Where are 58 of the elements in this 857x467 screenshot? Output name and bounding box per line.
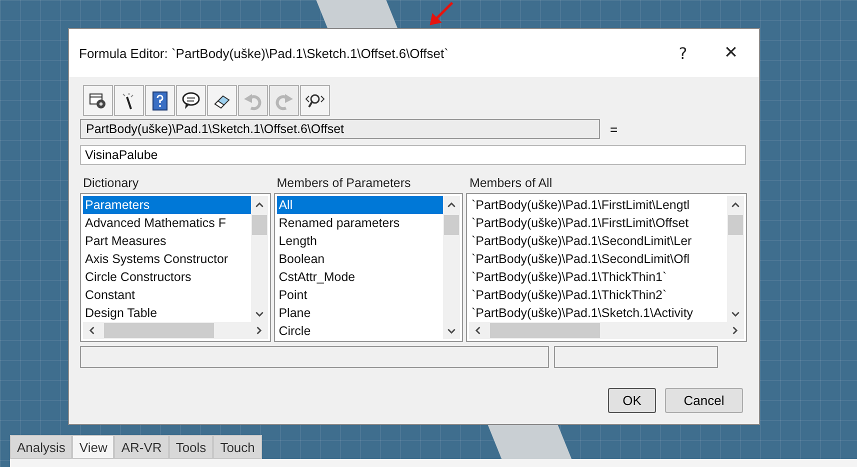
annotation-arrow-icon: [428, 0, 454, 28]
window-title: Formula Editor: `PartBody(uške)\Pad.1\Sketch.1\Offset.6\Offset`: [79, 46, 450, 60]
list-item[interactable]: `PartBody(uške)\Pad.1\SecondLimit\Ofl: [469, 250, 728, 268]
list-item[interactable]: `PartBody(uške)\Pad.1\SecondLimit\Ler: [469, 232, 728, 250]
speech-button[interactable]: [176, 85, 206, 116]
scroll-thumb[interactable]: [728, 215, 744, 235]
list-item[interactable]: `PartBody(uške)\Pad.1\Sketch.1\Activity: [469, 304, 728, 322]
list-item[interactable]: Length: [276, 232, 444, 250]
list-item[interactable]: Advanced Mathematics F: [83, 214, 251, 232]
vertical-scrollbar[interactable]: [443, 196, 460, 339]
horizontal-scrollbar[interactable]: [83, 322, 268, 339]
list-item[interactable]: Design Table: [83, 304, 251, 322]
list-title: Dictionary: [83, 175, 140, 192]
list-item[interactable]: `PartBody(uške)\Pad.1\ThickThin1`: [469, 268, 728, 286]
ribbon-tab[interactable]: Tools: [168, 435, 214, 459]
ok-button[interactable]: OK: [608, 388, 656, 413]
list-item[interactable]: Point: [276, 286, 444, 304]
scroll-thumb[interactable]: [104, 323, 214, 338]
list-item[interactable]: Constant: [83, 286, 251, 304]
help-book-button[interactable]: [145, 85, 175, 116]
list-item[interactable]: Renamed parameters: [276, 214, 444, 232]
parameter-path-field: PartBody(uške)\Pad.1\Sketch.1\Offset.6\Offset: [80, 119, 600, 139]
list-item[interactable]: CstAttr_Mode: [276, 268, 444, 286]
formula-input-field[interactable]: VisinaPalube: [80, 145, 746, 165]
speech-bubble-icon: [181, 90, 201, 110]
equals-sign: =: [610, 122, 618, 136]
lookup-button[interactable]: [300, 85, 330, 116]
list-title: Members of All: [469, 175, 554, 192]
cancel-button[interactable]: Cancel: [665, 388, 743, 413]
list-title: Members of Parameters: [276, 175, 412, 192]
vertical-scrollbar[interactable]: [250, 196, 268, 322]
vertical-scrollbar[interactable]: [727, 196, 744, 322]
list-item[interactable]: Circle: [276, 322, 444, 339]
ribbon-tab[interactable]: Touch: [213, 435, 262, 459]
scroll-thumb[interactable]: [252, 215, 267, 235]
list-item[interactable]: Circle Constructors: [83, 268, 251, 286]
eraser-button[interactable]: [207, 85, 237, 116]
horizontal-scrollbar[interactable]: [469, 322, 744, 339]
settings-button[interactable]: [83, 85, 113, 116]
list-item[interactable]: Plane: [276, 304, 444, 322]
scroll-thumb[interactable]: [444, 215, 460, 235]
ribbon-tab[interactable]: Analysis: [10, 435, 72, 459]
list-item[interactable]: Axis Systems Constructor: [83, 250, 251, 268]
question-book-icon: [150, 90, 170, 110]
ribbon-tab[interactable]: View: [72, 435, 114, 459]
list-item[interactable]: All: [276, 196, 444, 214]
list-item[interactable]: Part Measures: [83, 232, 251, 250]
scroll-thumb[interactable]: [490, 323, 600, 338]
list-item[interactable]: Parameters: [83, 196, 251, 214]
gear-icon: [88, 90, 108, 110]
list-item[interactable]: Boolean: [276, 250, 444, 268]
ribbon-tab[interactable]: AR-VR: [114, 435, 169, 459]
help-button[interactable]: ?: [661, 38, 705, 68]
list-item[interactable]: `PartBody(uške)\Pad.1\FirstLimit\Offset: [469, 214, 728, 232]
wand-button[interactable]: [114, 85, 144, 116]
list-item[interactable]: `PartBody(uške)\Pad.1\FirstLimit\Lengtl: [469, 196, 728, 214]
list-item[interactable]: `PartBody(uške)\Pad.1\ThickThin2`: [469, 286, 728, 304]
close-button[interactable]: ✕: [709, 38, 753, 68]
